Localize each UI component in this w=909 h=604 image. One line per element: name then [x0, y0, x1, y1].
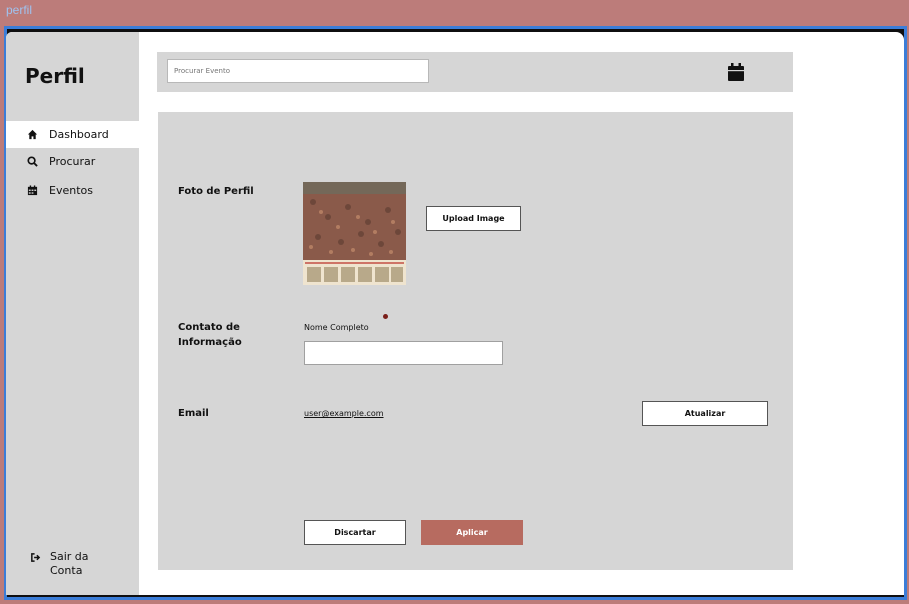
sidebar-item-label: Eventos — [49, 184, 93, 197]
email-value[interactable]: user@example.com — [304, 409, 384, 418]
calendar-icon — [25, 184, 39, 198]
sidebar: Perfil Dashboard Procurar Eventos Sair d… — [6, 32, 139, 595]
page-label: perfil — [6, 3, 33, 17]
profile-panel: Foto de Perfil Upload Image Contato de I… — [158, 112, 793, 570]
top-bar — [157, 52, 793, 92]
full-name-input[interactable] — [304, 341, 503, 365]
sidebar-item-label: Dashboard — [49, 128, 109, 141]
photo-label: Foto de Perfil — [178, 186, 254, 197]
update-button[interactable]: Atualizar — [642, 401, 768, 426]
contact-info-label: Contato de Informação — [178, 322, 242, 348]
required-indicator — [383, 314, 388, 319]
discard-button[interactable]: Discartar — [304, 520, 406, 545]
apply-button[interactable]: Aplicar — [421, 520, 523, 545]
search-icon — [25, 155, 39, 169]
full-name-label: Nome Completo — [304, 323, 369, 332]
sidebar-item-dashboard[interactable]: Dashboard — [6, 121, 139, 148]
home-icon — [25, 128, 39, 142]
logout-label-line1: Sair da — [50, 550, 89, 563]
sidebar-item-procurar[interactable]: Procurar — [6, 148, 139, 175]
logout-icon — [28, 550, 42, 564]
app-window: Perfil Dashboard Procurar Eventos Sair d… — [6, 32, 904, 595]
profile-photo — [303, 182, 406, 285]
sidebar-item-eventos[interactable]: Eventos — [6, 177, 139, 204]
logout-label-line2: Conta — [50, 564, 83, 577]
sidebar-item-label: Procurar — [49, 155, 96, 168]
brand-title: Perfil — [25, 64, 85, 88]
search-input[interactable] — [167, 59, 429, 83]
upload-image-button[interactable]: Upload Image — [426, 206, 521, 231]
email-label: Email — [178, 408, 209, 419]
calendar-icon[interactable] — [727, 62, 745, 82]
logout-button[interactable]: Sair da Conta — [28, 550, 89, 578]
